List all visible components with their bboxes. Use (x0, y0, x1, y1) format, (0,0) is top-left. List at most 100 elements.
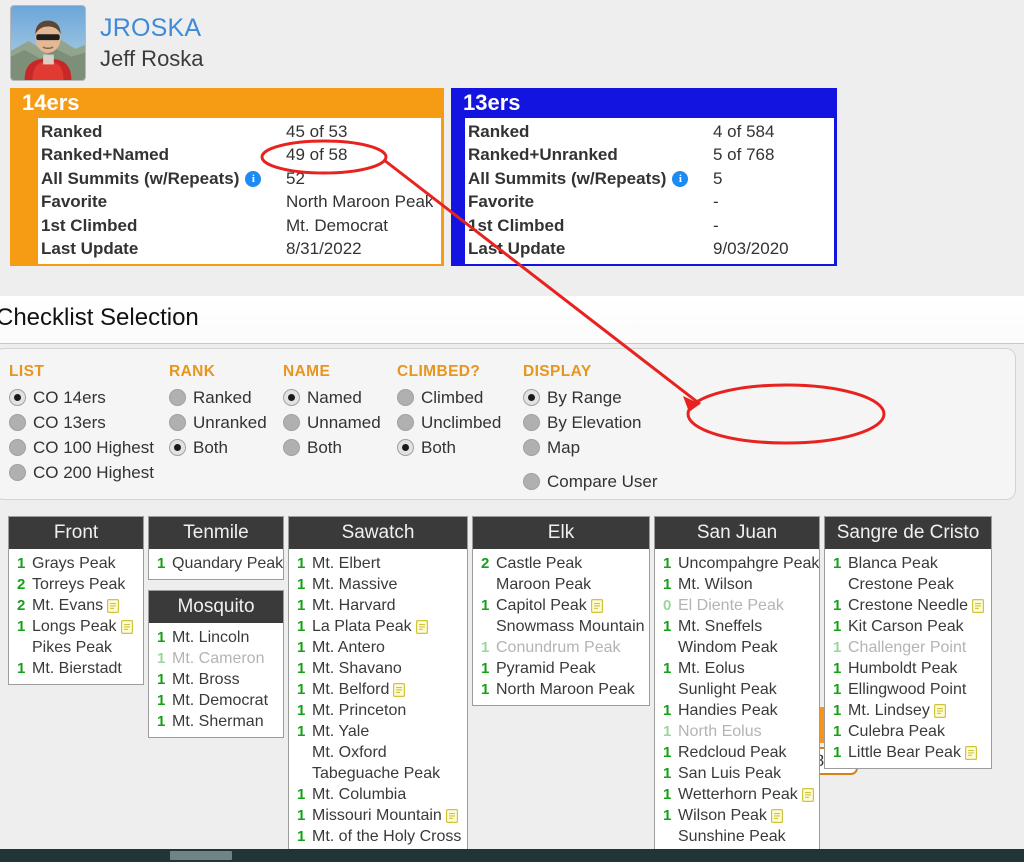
peak-row[interactable]: 0Windom Peak (655, 637, 819, 658)
peak-row[interactable]: 1 Conundrum Peak (473, 637, 649, 658)
peak-row[interactable]: 1 Mt. Bross (149, 669, 283, 690)
peak-row[interactable]: 1 Mt. Belford (289, 679, 467, 700)
radio-button[interactable] (397, 389, 414, 406)
radio-option-co-100-highest[interactable]: CO 100 Highest (9, 435, 154, 460)
peak-row[interactable]: 1 Quandary Peak (149, 553, 283, 574)
radio-button[interactable] (283, 389, 300, 406)
radio-button[interactable] (169, 439, 186, 456)
radio-option-ranked[interactable]: Ranked (169, 385, 267, 410)
peak-row[interactable]: 1 Missouri Mountain (289, 805, 467, 826)
peak-row[interactable]: 0Mt. Oxford (289, 742, 467, 763)
radio-option-named[interactable]: Named (283, 385, 381, 410)
note-document-icon[interactable] (972, 598, 985, 613)
radio-option-both[interactable]: Both (397, 435, 501, 460)
peak-row[interactable]: 1 Mt. Lindsey (825, 700, 991, 721)
peak-row[interactable]: 1 Mt. Columbia (289, 784, 467, 805)
peak-row[interactable]: 1 Capitol Peak (473, 595, 649, 616)
peak-row[interactable]: 0Maroon Peak (473, 574, 649, 595)
info-icon[interactable]: i (245, 170, 262, 187)
peak-row[interactable]: 1 North Eolus (655, 721, 819, 742)
radio-button[interactable] (397, 439, 414, 456)
peak-row[interactable]: 1 Mt. Yale (289, 721, 467, 742)
peak-row[interactable]: 1 Mt. of the Holy Cross (289, 826, 467, 847)
radio-button[interactable] (523, 473, 540, 490)
radio-button[interactable] (169, 414, 186, 431)
peak-row[interactable]: 1 North Maroon Peak (473, 679, 649, 700)
note-document-icon[interactable] (770, 808, 783, 823)
peak-row[interactable]: 1 Mt. Wilson (655, 574, 819, 595)
peak-row[interactable]: 1 Mt. Bierstadt (9, 658, 143, 679)
radio-button[interactable] (9, 389, 26, 406)
peak-row[interactable]: 2 Castle Peak (473, 553, 649, 574)
peak-row[interactable]: 1 Mt. Eolus (655, 658, 819, 679)
radio-button[interactable] (523, 439, 540, 456)
horizontal-scrollbar-thumb[interactable] (170, 851, 232, 860)
peak-row[interactable]: 0Pikes Peak (9, 637, 143, 658)
peak-row[interactable]: 0Crestone Peak (825, 574, 991, 595)
peak-row[interactable]: 1 Wilson Peak (655, 805, 819, 826)
peak-row[interactable]: 0Snowmass Mountain (473, 616, 649, 637)
peak-row[interactable]: 1 Mt. Cameron (149, 648, 283, 669)
peak-row[interactable]: 1 Culebra Peak (825, 721, 991, 742)
note-document-icon[interactable] (964, 745, 977, 760)
peak-row[interactable]: 1 Mt. Sneffels (655, 616, 819, 637)
radio-button[interactable] (169, 389, 186, 406)
username[interactable]: JROSKA (100, 15, 204, 42)
peak-row[interactable]: 0Tabeguache Peak (289, 763, 467, 784)
peak-row[interactable]: 1 Ellingwood Point (825, 679, 991, 700)
radio-option-unnamed[interactable]: Unnamed (283, 410, 381, 435)
radio-option-unranked[interactable]: Unranked (169, 410, 267, 435)
peak-row[interactable]: 1 Mt. Princeton (289, 700, 467, 721)
peak-row[interactable]: 1 Mt. Sherman (149, 711, 283, 732)
radio-button[interactable] (9, 414, 26, 431)
radio-option-compare-user[interactable]: Compare User (523, 469, 658, 494)
peak-row[interactable]: 1 Mt. Lincoln (149, 627, 283, 648)
radio-button[interactable] (523, 389, 540, 406)
radio-option-both[interactable]: Both (169, 435, 267, 460)
note-document-icon[interactable] (120, 619, 133, 634)
peak-row[interactable]: 2 Mt. Evans (9, 595, 143, 616)
note-document-icon[interactable] (445, 808, 458, 823)
radio-option-co-200-highest[interactable]: CO 200 Highest (9, 460, 154, 485)
note-document-icon[interactable] (415, 619, 428, 634)
peak-row[interactable]: 1 Mt. Democrat (149, 690, 283, 711)
note-document-icon[interactable] (590, 598, 603, 613)
radio-button[interactable] (283, 439, 300, 456)
info-icon[interactable]: i (672, 170, 689, 187)
peak-row[interactable]: 1 Mt. Harvard (289, 595, 467, 616)
peak-row[interactable]: 1 Mt. Elbert (289, 553, 467, 574)
radio-button[interactable] (9, 464, 26, 481)
note-document-icon[interactable] (107, 598, 120, 613)
radio-button[interactable] (9, 439, 26, 456)
peak-row[interactable]: 1 Mt. Massive (289, 574, 467, 595)
peak-row[interactable]: 1 Handies Peak (655, 700, 819, 721)
radio-option-both[interactable]: Both (283, 435, 381, 460)
peak-row[interactable]: 1 Uncompahgre Peak (655, 553, 819, 574)
radio-button[interactable] (283, 414, 300, 431)
avatar[interactable] (10, 5, 86, 81)
peak-row[interactable]: 2 Torreys Peak (9, 574, 143, 595)
radio-option-by-elevation[interactable]: By Elevation (523, 410, 658, 435)
radio-option-co-14ers[interactable]: CO 14ers (9, 385, 154, 410)
peak-row[interactable]: 1 Little Bear Peak (825, 742, 991, 763)
peak-row[interactable]: 0Sunlight Peak (655, 679, 819, 700)
radio-option-co-13ers[interactable]: CO 13ers (9, 410, 154, 435)
peak-row[interactable]: 1 Crestone Needle (825, 595, 991, 616)
peak-row[interactable]: 1 Mt. Antero (289, 637, 467, 658)
peak-row[interactable]: 1 Kit Carson Peak (825, 616, 991, 637)
peak-row[interactable]: 0Sunshine Peak (655, 826, 819, 847)
radio-option-unclimbed[interactable]: Unclimbed (397, 410, 501, 435)
note-document-icon[interactable] (393, 682, 406, 697)
peak-row[interactable]: 1 Challenger Point (825, 637, 991, 658)
peak-row[interactable]: 0 El Diente Peak (655, 595, 819, 616)
peak-row[interactable]: 1 Pyramid Peak (473, 658, 649, 679)
peak-row[interactable]: 1 Longs Peak (9, 616, 143, 637)
note-document-icon[interactable] (933, 703, 946, 718)
radio-button[interactable] (397, 414, 414, 431)
peak-row[interactable]: 1 Grays Peak (9, 553, 143, 574)
radio-option-climbed[interactable]: Climbed (397, 385, 501, 410)
peak-row[interactable]: 1 La Plata Peak (289, 616, 467, 637)
peak-row[interactable]: 1 San Luis Peak (655, 763, 819, 784)
peak-row[interactable]: 1 Mt. Shavano (289, 658, 467, 679)
peak-row[interactable]: 1 Wetterhorn Peak (655, 784, 819, 805)
